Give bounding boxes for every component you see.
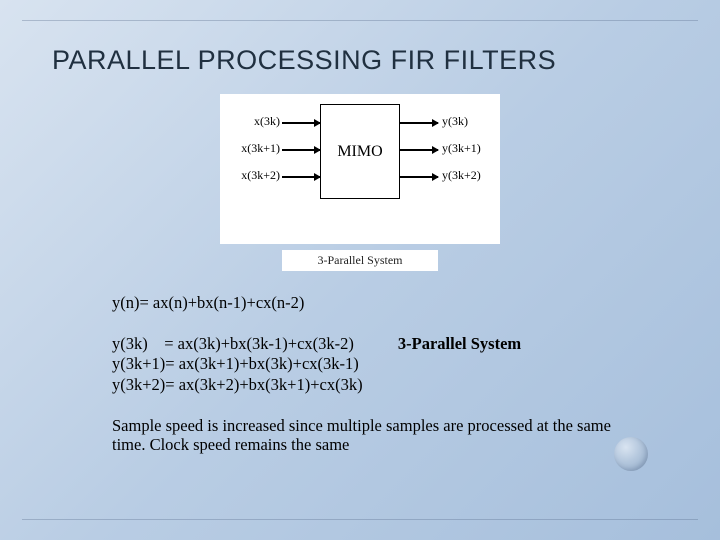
input-label-0: x(3k)	[224, 114, 280, 129]
parallel-equations: y(3k) = ax(3k)+bx(3k-1)+cx(3k-2) 3-Paral…	[112, 334, 668, 396]
mimo-diagram: MIMO x(3k) x(3k+1) x(3k+2) y(3k) y(3k+1)…	[220, 94, 500, 244]
eq-parallel-0: y(3k) = ax(3k)+bx(3k-1)+cx(3k-2)	[112, 334, 354, 355]
input-label-2: x(3k+2)	[224, 168, 280, 183]
mimo-box-label: MIMO	[337, 143, 382, 161]
slide-inner: PARALLEL PROCESSING FIR FILTERS MIMO x(3…	[22, 20, 698, 520]
system-label: 3-Parallel System	[398, 334, 521, 355]
base-equation: y(n)= ax(n)+bx(n-1)+cx(n-2)	[112, 293, 668, 314]
arrow-out-2	[400, 176, 438, 178]
output-label-2: y(3k+2)	[442, 168, 481, 183]
diagram-caption-wrap: 3-Parallel System	[52, 250, 668, 271]
arrow-in-0	[282, 122, 320, 124]
diagram-wrap: MIMO x(3k) x(3k+1) x(3k+2) y(3k) y(3k+1)…	[52, 94, 668, 244]
diagram-caption: 3-Parallel System	[282, 250, 439, 271]
mimo-box: MIMO	[320, 104, 400, 199]
output-label-0: y(3k)	[442, 114, 468, 129]
output-label-1: y(3k+1)	[442, 141, 481, 156]
arrow-in-1	[282, 149, 320, 151]
footer-note: Sample speed is increased since multiple…	[112, 416, 648, 456]
eq-parallel-1: y(3k+1)= ax(3k+1)+bx(3k)+cx(3k-1)	[112, 354, 668, 375]
eq-parallel-2: y(3k+2)= ax(3k+2)+bx(3k+1)+cx(3k)	[112, 375, 668, 396]
input-label-1: x(3k+1)	[224, 141, 280, 156]
arrow-in-2	[282, 176, 320, 178]
slide-title: PARALLEL PROCESSING FIR FILTERS	[52, 45, 668, 76]
arrow-out-0	[400, 122, 438, 124]
arrow-out-1	[400, 149, 438, 151]
decorative-orb-icon	[614, 437, 648, 471]
